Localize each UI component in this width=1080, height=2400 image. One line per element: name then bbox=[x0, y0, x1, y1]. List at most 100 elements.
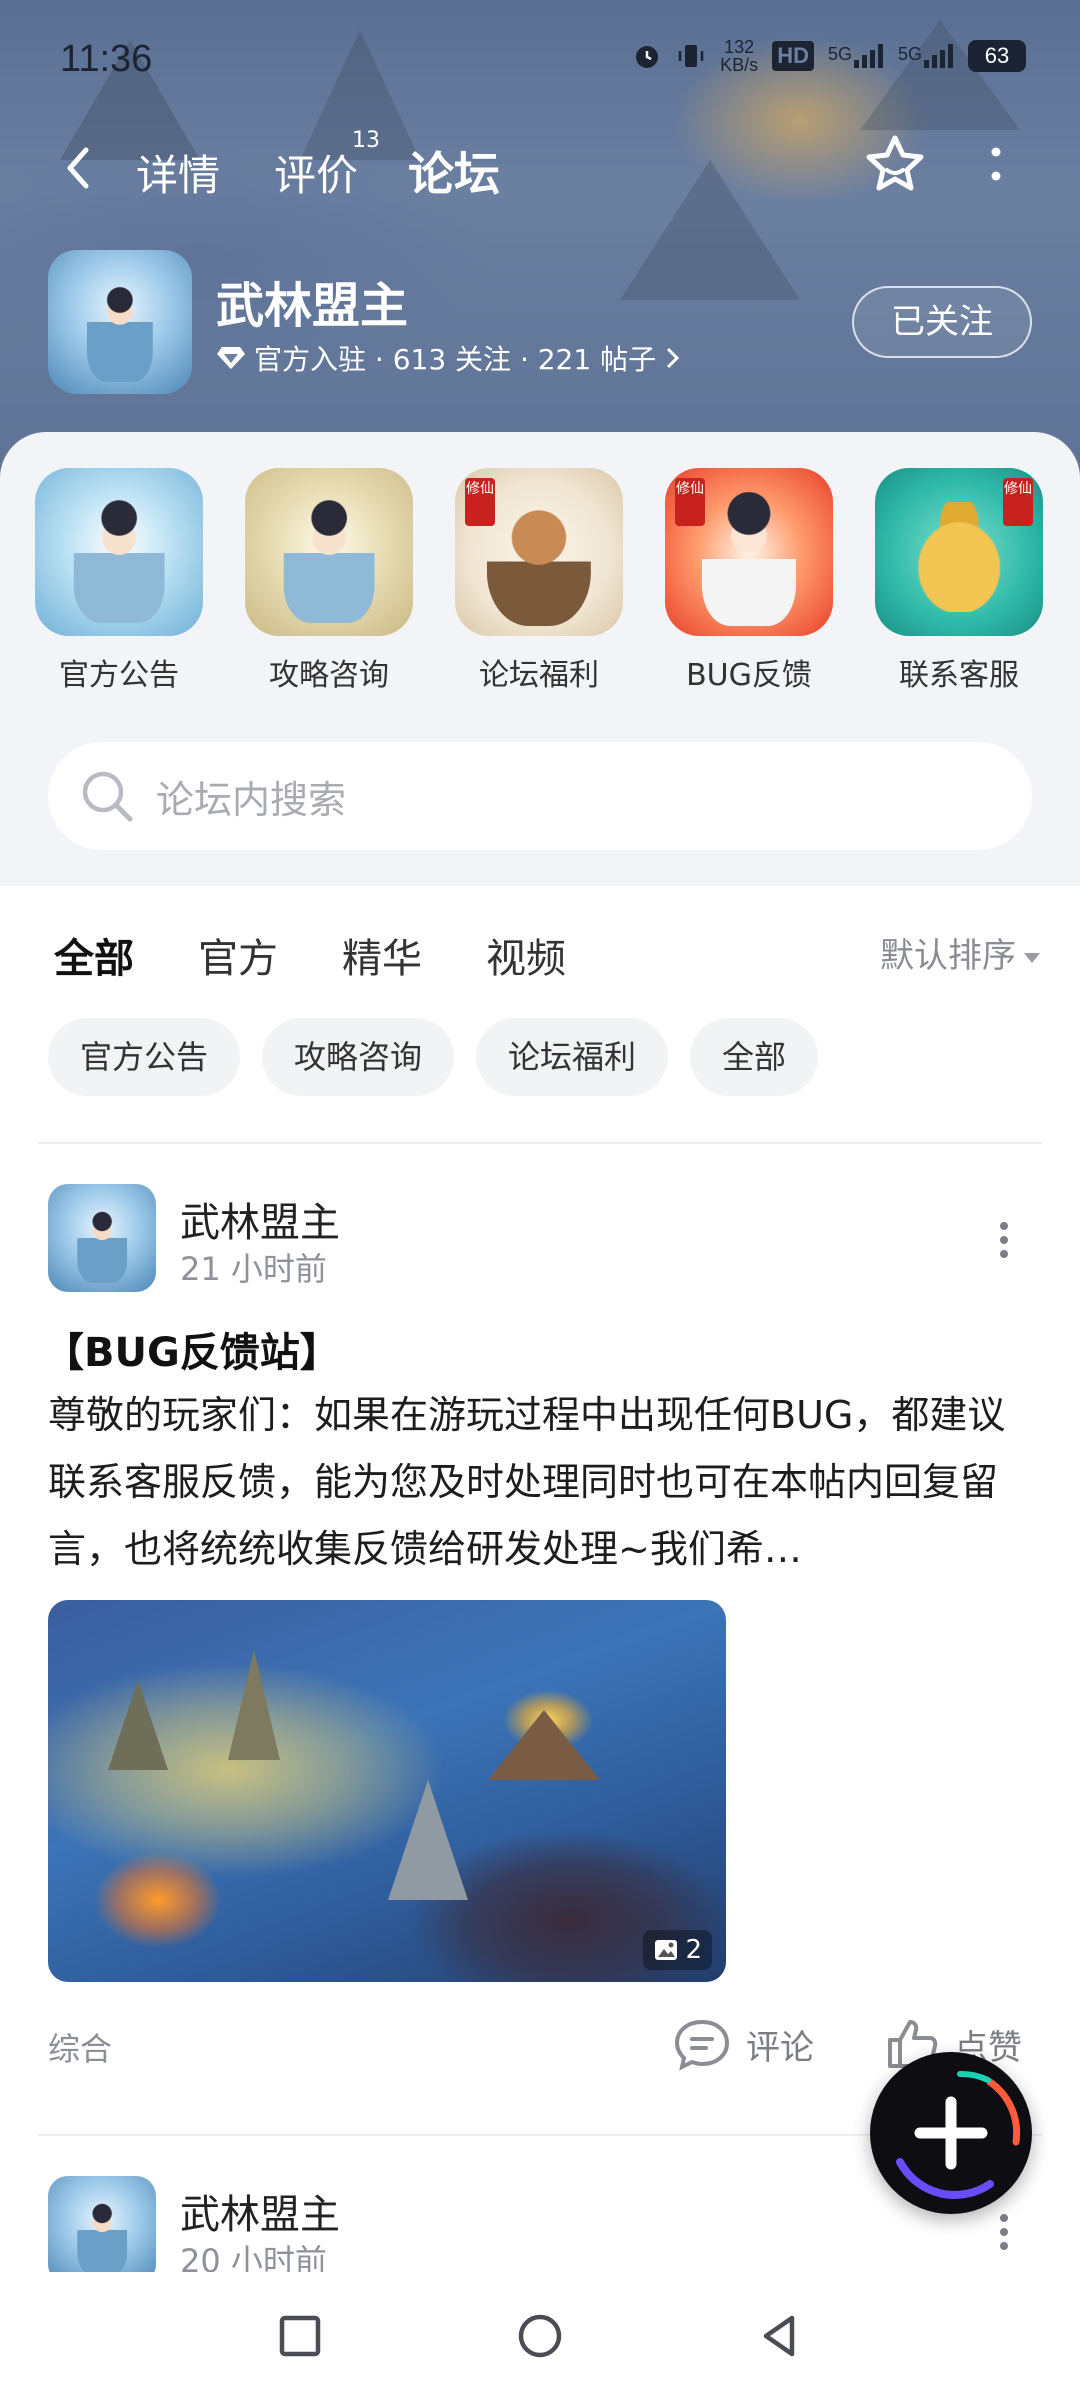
feed-tabs: 全部 官方 精华 视频 默认排序 bbox=[0, 886, 1080, 1016]
post-category[interactable]: 综合 bbox=[48, 2024, 112, 2070]
status-bar: 11:36 132 KB/s HD 5G 5G 63 bbox=[0, 0, 1080, 120]
vibrate-icon bbox=[678, 45, 704, 67]
monk-figure-icon bbox=[77, 2199, 127, 2272]
category-label: 攻略咨询 bbox=[269, 658, 389, 693]
monk-figure-icon bbox=[77, 1207, 127, 1284]
chip-forum-welfare[interactable]: 论坛福利 bbox=[476, 1018, 669, 1096]
post-body[interactable]: 尊敬的玩家们：如果在游玩过程中出现任何BUG，都建议联系客服反馈，能为您及时处理… bbox=[48, 1382, 1038, 1583]
seal-icon: 修仙 bbox=[465, 478, 495, 526]
tab-forum[interactable]: 论坛 bbox=[408, 138, 500, 204]
divider bbox=[38, 1142, 1042, 1144]
comment-label: 评论 bbox=[746, 2027, 814, 2068]
back-triangle-icon[interactable] bbox=[752, 2308, 808, 2364]
signal-bars-icon bbox=[924, 44, 953, 68]
swordsman-icon: 修仙 bbox=[665, 468, 833, 636]
more-vertical-icon[interactable] bbox=[992, 1220, 1016, 1260]
status-time: 11:36 bbox=[60, 38, 153, 80]
app-name: 武林盟主 bbox=[216, 278, 409, 334]
category-guide-consult[interactable]: 攻略咨询 bbox=[224, 468, 434, 694]
map-peak bbox=[388, 1780, 468, 1900]
forum-search-bar[interactable]: 论坛内搜索 bbox=[48, 742, 1032, 850]
tab-review-label: 评价 bbox=[274, 151, 359, 200]
signal-sim1: 5G bbox=[828, 44, 884, 68]
cauldron-figure-icon bbox=[900, 501, 1018, 613]
more-vertical-icon[interactable] bbox=[976, 146, 1016, 186]
post-time: 20 小时前 bbox=[180, 2242, 327, 2272]
chip-all[interactable]: 全部 bbox=[690, 1018, 819, 1096]
chip-official-announcement[interactable]: 官方公告 bbox=[48, 1018, 241, 1096]
feed-tab-video[interactable]: 视频 bbox=[486, 926, 566, 984]
top-navigation: 详情 评价 13 论坛 bbox=[0, 120, 1080, 220]
feed-tab-all[interactable]: 全部 bbox=[54, 926, 134, 986]
seal-icon: 修仙 bbox=[675, 478, 705, 526]
post-card[interactable]: 武林盟主 21 小时前 【BUG反馈站】 尊敬的玩家们：如果在游玩过程中出现任何… bbox=[0, 1176, 1080, 2116]
feed-tab-label: 全部 bbox=[54, 936, 134, 982]
category-official-announcement[interactable]: 官方公告 bbox=[14, 468, 224, 694]
post-author[interactable]: 武林盟主 bbox=[180, 2182, 340, 2240]
post-author[interactable]: 武林盟主 bbox=[180, 1190, 340, 1248]
category-bug-feedback[interactable]: 修仙 BUG反馈 bbox=[644, 468, 854, 694]
chip-guide-consult[interactable]: 攻略咨询 bbox=[262, 1018, 455, 1096]
back-arrow-icon[interactable] bbox=[56, 144, 104, 192]
map-peak bbox=[488, 1710, 600, 1780]
category-label: 联系客服 bbox=[899, 658, 1019, 693]
more-vertical-icon[interactable] bbox=[992, 2212, 1016, 2252]
category-label: BUG反馈 bbox=[686, 658, 812, 693]
comment-button[interactable]: 评论 bbox=[672, 2012, 814, 2076]
tab-detail[interactable]: 详情 bbox=[136, 142, 220, 203]
chevron-right-icon bbox=[667, 347, 680, 369]
category-customer-service[interactable]: 修仙 联系客服 bbox=[854, 468, 1064, 694]
map-peak bbox=[108, 1680, 168, 1770]
diamond-icon bbox=[217, 347, 245, 369]
search-input[interactable]: 论坛内搜索 bbox=[156, 769, 346, 824]
monk-figure-icon bbox=[283, 498, 375, 623]
map-peak bbox=[228, 1650, 280, 1760]
app-avatar[interactable] bbox=[48, 250, 192, 394]
photo-icon bbox=[655, 1940, 678, 1960]
post-title[interactable]: 【BUG反馈站】 bbox=[44, 1320, 340, 1378]
create-post-button[interactable] bbox=[870, 2052, 1032, 2214]
search-icon bbox=[82, 771, 133, 822]
comment-icon bbox=[674, 2019, 730, 2071]
follow-button[interactable]: 已关注 bbox=[852, 286, 1032, 358]
tab-review[interactable]: 评价 13 bbox=[274, 128, 380, 203]
recent-apps-icon[interactable] bbox=[272, 2308, 328, 2364]
monk-avatar-icon bbox=[35, 468, 203, 636]
app-meta-text: 官方入驻 · 613 关注 · 221 帖子 bbox=[254, 343, 657, 376]
post-image[interactable]: 2 bbox=[48, 1600, 726, 1982]
signal-bars-icon bbox=[853, 44, 883, 68]
sim1-label: 5G bbox=[827, 44, 852, 64]
sort-label: 默认排序 bbox=[880, 936, 1016, 976]
plus-icon bbox=[896, 2071, 1021, 2199]
alarm-icon bbox=[636, 46, 659, 68]
app-info: 武林盟主 官方入驻 · 613 关注 · 221 帖子 已关注 bbox=[0, 240, 1080, 410]
category-label: 官方公告 bbox=[59, 658, 179, 693]
author-avatar[interactable] bbox=[48, 1184, 156, 1292]
caret-down-icon bbox=[1024, 952, 1040, 963]
golden-cauldron-icon: 修仙 bbox=[875, 468, 1043, 636]
category-forum-welfare[interactable]: 修仙 论坛福利 bbox=[434, 468, 644, 694]
image-count-badge: 2 bbox=[643, 1930, 712, 1970]
feed-tab-elite[interactable]: 精华 bbox=[342, 926, 422, 984]
signal-sim2: 5G bbox=[898, 44, 954, 68]
feed-tab-official[interactable]: 官方 bbox=[198, 926, 278, 984]
monk-figure-icon bbox=[86, 281, 154, 383]
hd-icon: HD bbox=[772, 41, 814, 71]
image-count: 2 bbox=[685, 1935, 702, 1965]
app-meta[interactable]: 官方入驻 · 613 关注 · 221 帖子 bbox=[216, 338, 682, 378]
network-speed-value: 132 bbox=[724, 37, 755, 57]
battery-indicator: 63 bbox=[968, 40, 1026, 72]
sort-dropdown[interactable]: 默认排序 bbox=[880, 928, 1040, 977]
home-icon[interactable] bbox=[512, 2308, 568, 2364]
swordsman-figure-icon bbox=[701, 491, 797, 626]
monk-avatar-icon bbox=[245, 468, 413, 636]
review-count-badge: 13 bbox=[352, 128, 380, 153]
favorite-star-icon[interactable] bbox=[860, 130, 930, 200]
post-time: 21 小时前 bbox=[180, 1250, 327, 1288]
system-navigation-bar bbox=[0, 2272, 1080, 2400]
bear-figure-icon bbox=[486, 491, 592, 626]
author-avatar[interactable] bbox=[48, 2176, 156, 2272]
sim2-label: 5G bbox=[897, 44, 922, 64]
monk-figure-icon bbox=[73, 498, 165, 623]
forum-quick-panel: 官方公告 攻略咨询 修仙 论坛福利 修仙 BUG反馈 修仙 联系客服 论坛内搜索 bbox=[0, 432, 1080, 886]
